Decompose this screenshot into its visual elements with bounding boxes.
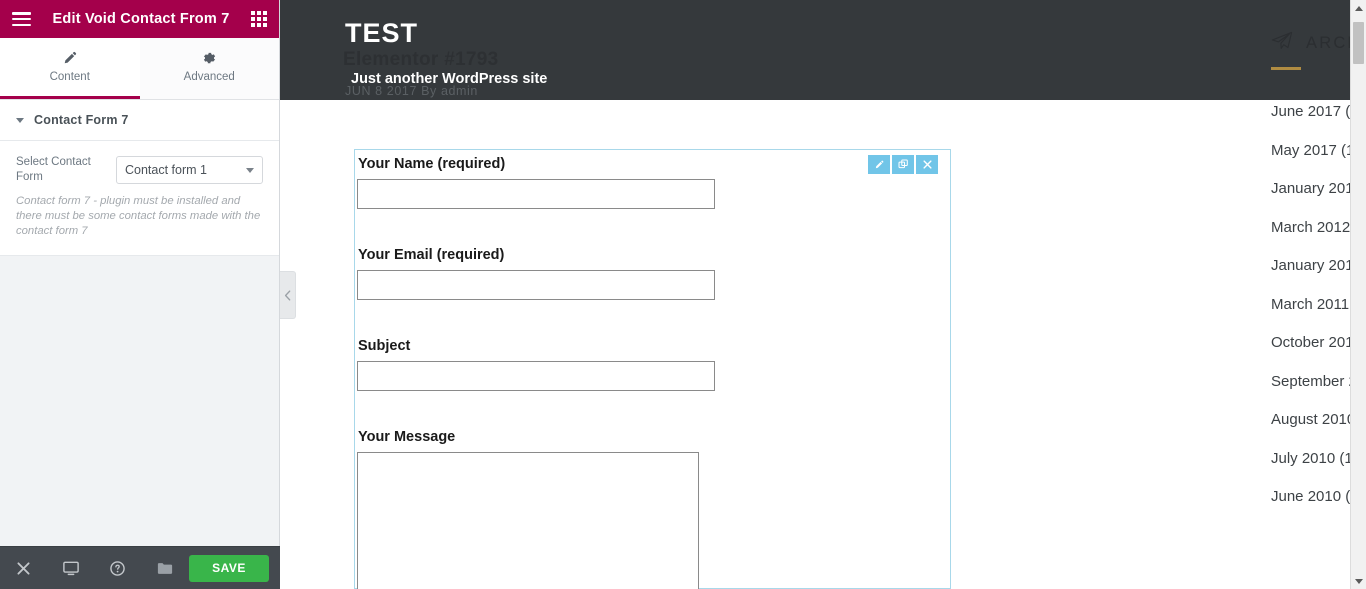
- archive-link[interactable]: May 2017 (1): [1271, 142, 1350, 159]
- chevron-down-icon: [16, 117, 24, 123]
- archive-link[interactable]: July 2010 (1): [1271, 450, 1350, 467]
- archive-link[interactable]: January 2013 (5): [1271, 180, 1350, 197]
- site-logo: TEST: [345, 18, 419, 48]
- pencil-icon: [62, 51, 77, 66]
- section-header-contact-form-7[interactable]: Contact Form 7: [0, 100, 279, 141]
- control-description: Contact form 7 - plugin must be installe…: [0, 185, 279, 256]
- site-header: TEST Elementor #1793 Just another WordPr…: [280, 0, 1350, 100]
- archive-link[interactable]: March 2011 (1): [1271, 296, 1350, 313]
- archive-link[interactable]: October 2010 (1): [1271, 334, 1350, 351]
- panel-tabs: Content Advanced: [0, 38, 279, 100]
- input-your-name[interactable]: [357, 179, 715, 209]
- field-label-your-email: Your Email (required): [358, 247, 505, 263]
- archive-link[interactable]: August 2010 (3): [1271, 411, 1350, 428]
- field-label-your-message: Your Message: [358, 429, 456, 445]
- hamburger-menu-icon[interactable]: [12, 12, 31, 26]
- tab-advanced[interactable]: Advanced: [139, 38, 279, 99]
- panel-footer: SAVE: [0, 546, 280, 589]
- tab-content-label: Content: [49, 71, 90, 83]
- panel-title: Edit Void Contact From 7: [52, 11, 230, 27]
- control-row-select-contact-form: Select Contact Form Contact form 1: [0, 141, 279, 185]
- widgets-grid-icon[interactable]: [251, 11, 267, 27]
- field-label-your-name: Your Name (required): [358, 156, 506, 172]
- archive-link[interactable]: September 2010 (2): [1271, 373, 1350, 390]
- triangle-up-icon: [1354, 5, 1363, 11]
- chevron-down-icon: [246, 167, 254, 173]
- triangle-down-icon: [1354, 578, 1363, 584]
- tab-content[interactable]: Content: [0, 38, 140, 99]
- close-icon[interactable]: [0, 561, 47, 575]
- input-your-message[interactable]: [357, 452, 699, 589]
- widget-toolbar: [868, 155, 938, 174]
- duplicate-widget-button[interactable]: [892, 155, 914, 174]
- help-icon[interactable]: [94, 560, 141, 576]
- scroll-down-button[interactable]: [1351, 573, 1366, 589]
- select-contact-form-dropdown[interactable]: Contact form 1: [116, 156, 263, 184]
- control-label: Select Contact Form: [16, 156, 91, 183]
- archive-link[interactable]: January 2012 (6): [1271, 257, 1350, 274]
- gear-icon: [202, 51, 217, 66]
- archives-title-underline: [1271, 67, 1301, 70]
- contact-form-widget[interactable]: Your Name (required) Your Email (require…: [354, 149, 951, 589]
- delete-widget-button[interactable]: [916, 155, 938, 174]
- archives-title: ARCHIVES LIST: [1306, 33, 1350, 52]
- archives-widget: ARCHIVES LIST June 2017 (1) May 2017 (1)…: [1271, 0, 1350, 527]
- editor-panel: Edit Void Contact From 7 Content Advance…: [0, 0, 280, 589]
- history-folder-icon[interactable]: [141, 561, 188, 575]
- archive-link[interactable]: March 2012 (5): [1271, 219, 1350, 236]
- save-button[interactable]: SAVE: [189, 554, 269, 582]
- preview-canvas: TEST Elementor #1793 Just another WordPr…: [280, 0, 1350, 589]
- panel-body: Contact Form 7 Select Contact Form Conta…: [0, 100, 279, 256]
- tab-advanced-label: Advanced: [183, 71, 235, 83]
- archives-header: ARCHIVES LIST: [1271, 0, 1350, 100]
- edit-widget-button[interactable]: [868, 155, 890, 174]
- scrollbar-thumb[interactable]: [1353, 22, 1364, 64]
- post-meta: JUN 8 2017 By admin: [345, 84, 478, 98]
- section-title: Contact Form 7: [34, 113, 129, 127]
- select-contact-form-value: Contact form 1: [125, 163, 207, 177]
- vertical-scrollbar[interactable]: [1350, 0, 1366, 589]
- paper-plane-icon: [1271, 31, 1293, 55]
- panel-collapse-handle[interactable]: [280, 271, 296, 319]
- archives-list: June 2017 (1) May 2017 (1) January 2013 …: [1271, 100, 1350, 505]
- panel-header: Edit Void Contact From 7: [0, 0, 279, 38]
- archive-link[interactable]: June 2017 (1): [1271, 103, 1350, 120]
- chevron-left-icon: [284, 289, 291, 301]
- archive-link[interactable]: June 2010 (3): [1271, 488, 1350, 505]
- input-subject[interactable]: [357, 361, 715, 391]
- responsive-mode-icon[interactable]: [47, 561, 94, 576]
- input-your-email[interactable]: [357, 270, 715, 300]
- page-title: Elementor #1793: [343, 49, 499, 70]
- field-label-subject: Subject: [358, 338, 411, 354]
- scroll-up-button[interactable]: [1351, 0, 1366, 16]
